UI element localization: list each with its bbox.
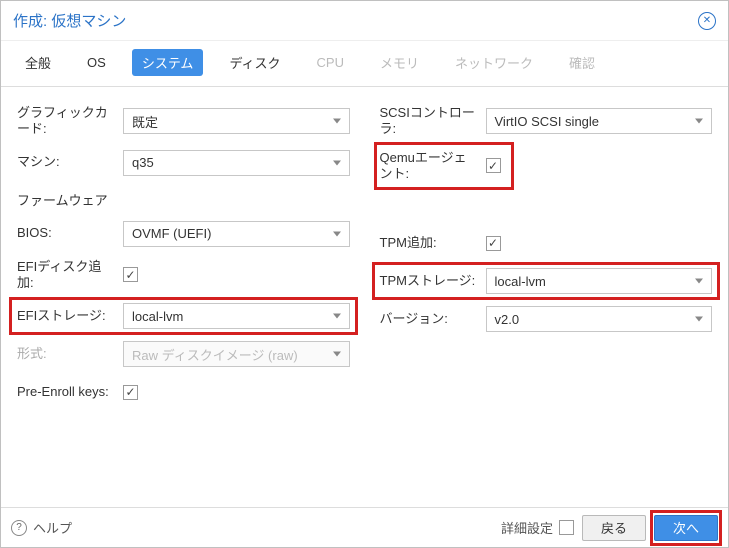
tpm-version-value: v2.0	[495, 312, 520, 327]
graphic-card-select[interactable]: 既定	[123, 108, 350, 134]
tpm-add-checkbox[interactable]	[486, 236, 501, 251]
preenroll-checkbox[interactable]	[123, 385, 138, 400]
efistorage-value: local-lvm	[132, 309, 183, 324]
bios-label: BIOS:	[17, 225, 117, 241]
tab-os[interactable]: OS	[77, 51, 116, 74]
graphic-card-value: 既定	[132, 112, 158, 131]
right-column: SCSIコントローラ: VirtIO SCSI single Qemuエージェン…	[380, 105, 713, 497]
advanced-toggle[interactable]: 詳細設定	[501, 518, 574, 537]
tpm-version-label: バージョン:	[380, 311, 480, 327]
tab-disk[interactable]: ディスク	[219, 49, 290, 76]
next-button[interactable]: 次へ	[654, 515, 718, 541]
tpm-storage-label: TPMストレージ:	[380, 273, 480, 289]
tab-cpu: CPU	[307, 51, 354, 74]
firmware-section-label: ファームウェア	[17, 190, 350, 209]
help-button[interactable]: ? ヘルプ	[11, 518, 72, 537]
tab-general[interactable]: 全般	[15, 49, 61, 76]
row-machine: マシン: q35	[17, 150, 350, 176]
dialog-footer: ? ヘルプ 詳細設定 戻る 次へ	[1, 507, 728, 547]
tab-system[interactable]: システム	[132, 49, 204, 76]
graphic-card-label: グラフィックカード:	[17, 105, 117, 138]
tab-network: ネットワーク	[445, 49, 543, 76]
left-column: グラフィックカード: 既定 マシン: q35 ファームウェア BIOS: OVM…	[17, 105, 350, 497]
qemu-agent-checkbox[interactable]	[486, 158, 501, 173]
tpm-add-label: TPM追加:	[380, 235, 480, 251]
efistorage-label: EFIストレージ:	[17, 308, 117, 324]
machine-value: q35	[132, 155, 154, 170]
back-label: 戻る	[601, 518, 627, 537]
spacer	[380, 194, 713, 218]
format-select: Raw ディスクイメージ (raw)	[123, 341, 350, 367]
advanced-checkbox[interactable]	[559, 520, 574, 535]
qemu-agent-label: Qemuエージェント:	[380, 150, 480, 183]
tpm-storage-value: local-lvm	[495, 274, 546, 289]
tab-memory: メモリ	[370, 49, 429, 76]
row-preenroll: Pre-Enroll keys:	[17, 379, 350, 405]
scsi-select[interactable]: VirtIO SCSI single	[486, 108, 713, 134]
row-graphic-card: グラフィックカード: 既定	[17, 105, 350, 138]
efidisk-checkbox[interactable]	[123, 267, 138, 282]
scsi-value: VirtIO SCSI single	[495, 114, 600, 129]
help-label: ヘルプ	[33, 518, 72, 537]
machine-select[interactable]: q35	[123, 150, 350, 176]
back-button[interactable]: 戻る	[582, 515, 646, 541]
row-tpm-version: バージョン: v2.0	[380, 306, 713, 332]
tab-confirm: 確認	[559, 49, 605, 76]
row-tpm-storage: TPMストレージ: local-lvm	[380, 268, 713, 294]
format-label: 形式:	[17, 346, 117, 362]
efistorage-select[interactable]: local-lvm	[123, 303, 350, 329]
scsi-label: SCSIコントローラ:	[380, 105, 480, 138]
preenroll-label: Pre-Enroll keys:	[17, 384, 117, 400]
next-label: 次へ	[673, 518, 699, 537]
advanced-label: 詳細設定	[501, 518, 553, 537]
bios-select[interactable]: OVMF (UEFI)	[123, 221, 350, 247]
help-icon: ?	[11, 520, 27, 536]
tpm-version-select[interactable]: v2.0	[486, 306, 713, 332]
create-vm-dialog: 作成: 仮想マシン 全般 OS システム ディスク CPU メモリ ネットワーク…	[0, 0, 729, 548]
row-qemu-agent: Qemuエージェント:	[380, 150, 713, 183]
row-efistorage: EFIストレージ: local-lvm	[17, 303, 350, 329]
row-bios: BIOS: OVMF (UEFI)	[17, 221, 350, 247]
next-button-wrap: 次へ	[654, 515, 718, 541]
row-tpm-add: TPM追加:	[380, 230, 713, 256]
dialog-title: 作成: 仮想マシン	[13, 10, 126, 31]
row-efidisk: EFIディスク追加:	[17, 259, 350, 292]
dialog-header: 作成: 仮想マシン	[1, 1, 728, 41]
bios-value: OVMF (UEFI)	[132, 226, 211, 241]
row-scsi: SCSIコントローラ: VirtIO SCSI single	[380, 105, 713, 138]
format-value: Raw ディスクイメージ (raw)	[132, 345, 298, 364]
tab-bar: 全般 OS システム ディスク CPU メモリ ネットワーク 確認	[1, 41, 728, 87]
row-format: 形式: Raw ディスクイメージ (raw)	[17, 341, 350, 367]
dialog-body: グラフィックカード: 既定 マシン: q35 ファームウェア BIOS: OVM…	[1, 87, 728, 507]
machine-label: マシン:	[17, 154, 117, 170]
close-icon[interactable]	[698, 12, 716, 30]
efidisk-label: EFIディスク追加:	[17, 259, 117, 292]
tpm-storage-select[interactable]: local-lvm	[486, 268, 713, 294]
